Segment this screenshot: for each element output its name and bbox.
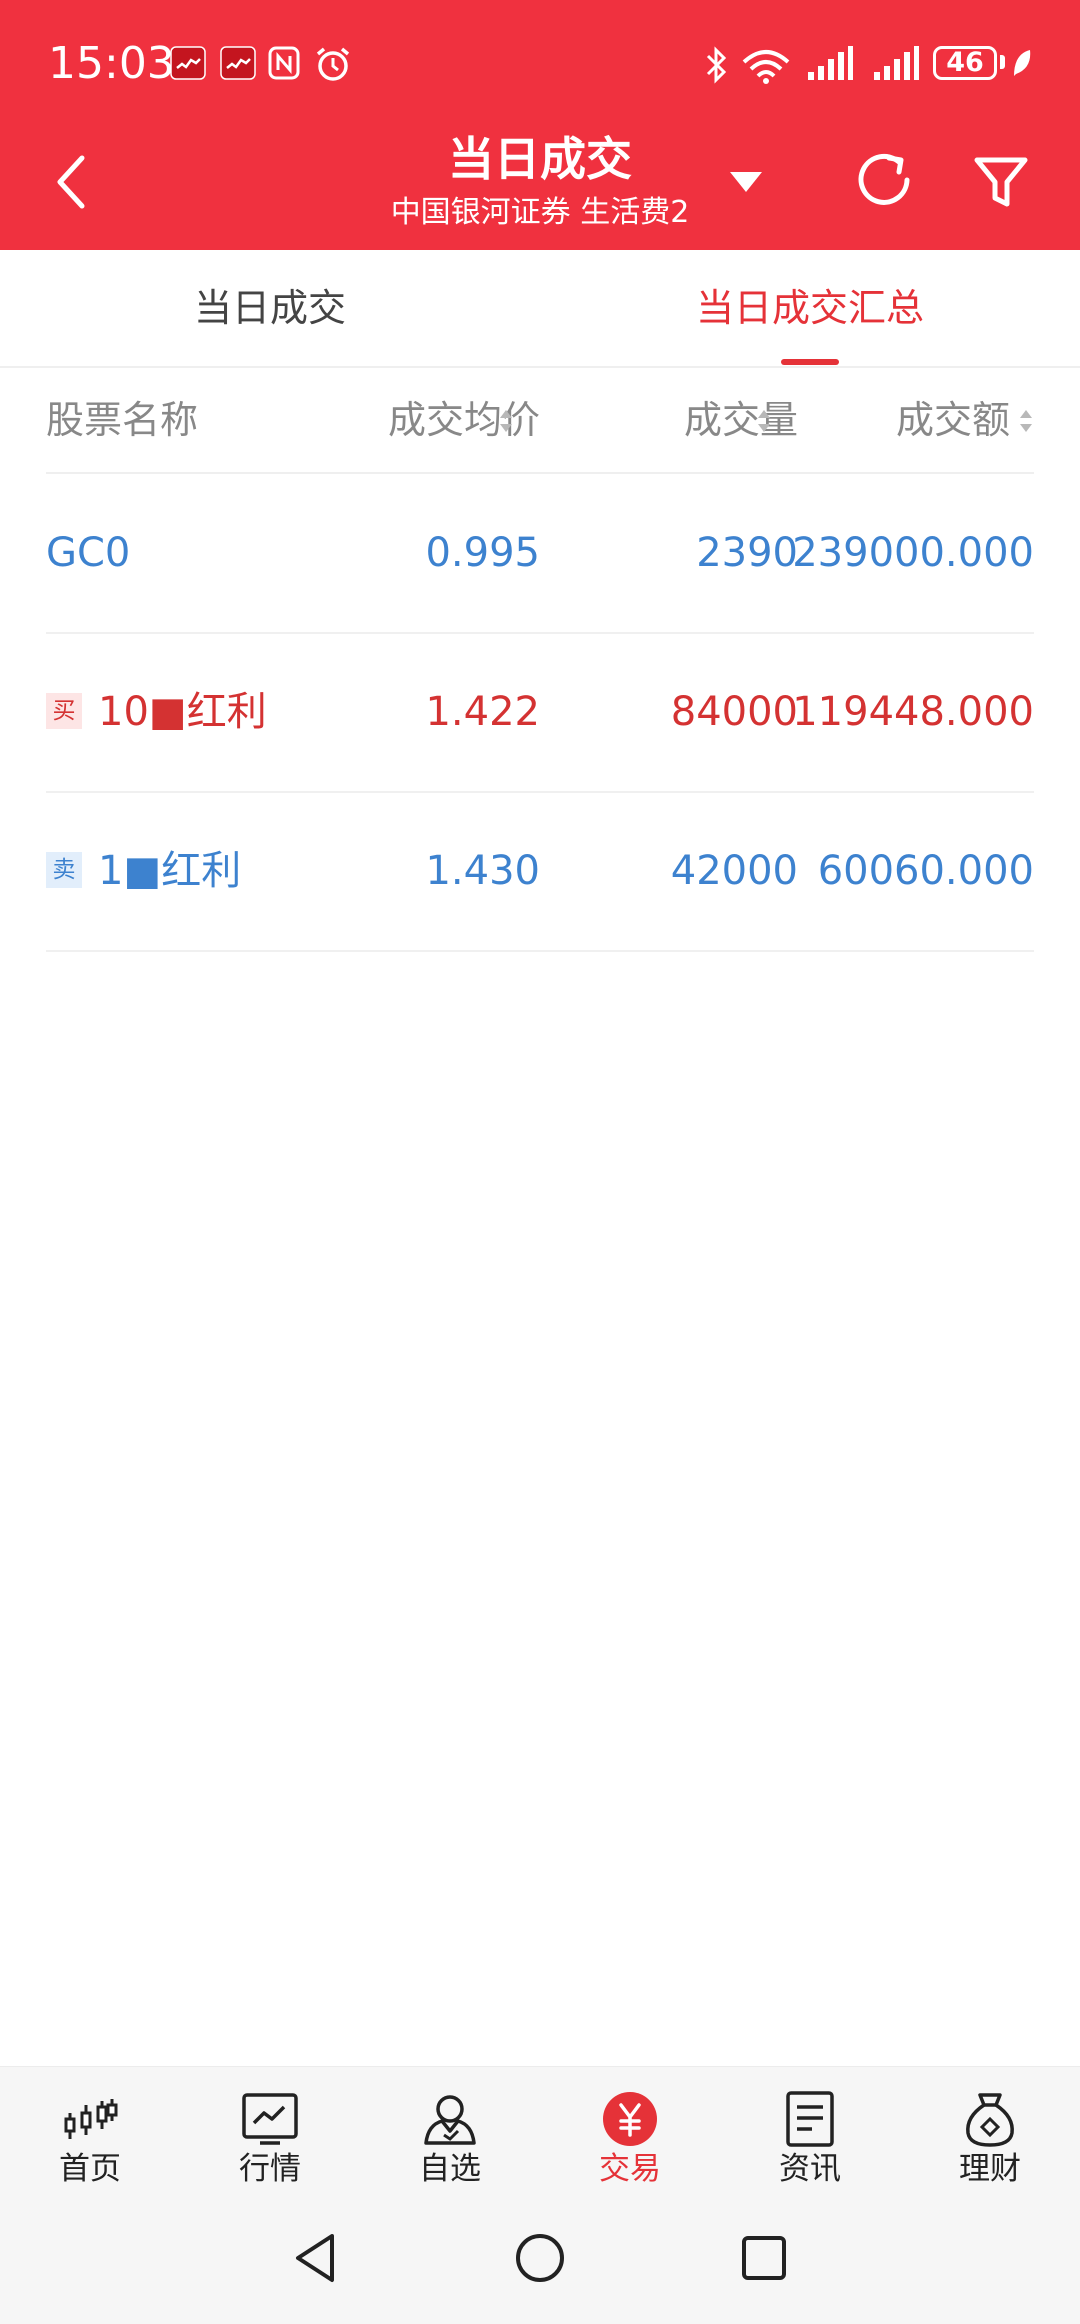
- table-header: 股票名称 成交均价 成交量 成交额: [46, 368, 1034, 474]
- chevron-down-icon[interactable]: [730, 172, 762, 192]
- tab-active-indicator: [781, 359, 839, 365]
- page-title: 当日成交: [448, 132, 632, 186]
- nav-label: 自选: [419, 2151, 481, 2187]
- notification-icon: [170, 46, 206, 80]
- bottom-nav: 首页 行情 自选 交易 资讯 理财: [0, 2066, 1080, 2209]
- nav-item-watchlist[interactable]: 自选: [380, 2067, 520, 2209]
- amount: 60060.000: [817, 848, 1034, 894]
- document-icon: [786, 2091, 834, 2147]
- bluetooth-icon: [706, 46, 727, 84]
- battery-tip: [1000, 55, 1005, 69]
- buy-badge: 买: [46, 693, 82, 729]
- money-bag-icon: [966, 2093, 1014, 2147]
- nav-item-market[interactable]: 行情: [200, 2067, 340, 2209]
- app-header: 15:03 46 当日成交 中国银河证券 生活费2: [0, 0, 1080, 250]
- status-bar: 15:03 46: [0, 0, 1080, 130]
- tab-today-trades-summary[interactable]: 当日成交汇总: [630, 250, 990, 366]
- leaf-icon: [1014, 50, 1031, 76]
- account-selector-label[interactable]: 中国银河证券 生活费2: [0, 193, 1080, 233]
- sort-icon[interactable]: [756, 406, 772, 436]
- table-row[interactable]: 卖 1■红利 1.430 42000 60060.000: [46, 792, 1034, 952]
- candlestick-icon: [64, 2099, 118, 2139]
- filter-icon[interactable]: [973, 150, 1029, 212]
- sell-badge: 卖: [46, 852, 82, 888]
- column-header-name: 股票名称: [46, 398, 199, 442]
- nav-label: 行情: [239, 2151, 301, 2187]
- yen-icon: [603, 2092, 657, 2146]
- alarm-icon: [316, 47, 350, 81]
- signal-icon: [808, 46, 853, 80]
- home-circle-icon[interactable]: [514, 2232, 566, 2284]
- wifi-icon: [742, 50, 790, 84]
- avg-price: 1.422: [425, 689, 540, 735]
- chart-icon: [242, 2093, 298, 2145]
- back-triangle-icon[interactable]: [292, 2232, 340, 2284]
- refresh-icon[interactable]: [855, 150, 915, 212]
- volume: 42000: [670, 848, 798, 894]
- sort-icon[interactable]: [1018, 406, 1034, 436]
- tab-bar: 当日成交 当日成交汇总: [0, 250, 1080, 368]
- notification-icon: [220, 46, 256, 80]
- avg-price: 0.995: [425, 530, 540, 576]
- table-row[interactable]: GC0 0.995 2390 239000.000: [46, 474, 1034, 634]
- sort-icon[interactable]: [498, 406, 514, 436]
- signal-icon: [874, 46, 919, 80]
- volume: 2390: [696, 530, 798, 576]
- stock-name: 1■红利: [98, 848, 242, 894]
- column-header-amount[interactable]: 成交额: [896, 368, 1010, 472]
- battery-indicator: 46: [933, 46, 997, 80]
- nfc-icon: [268, 46, 300, 80]
- system-navigation-bar: [0, 2208, 1080, 2324]
- nav-label: 交易: [599, 2151, 661, 2187]
- user-icon: [424, 2095, 476, 2145]
- nav-label: 首页: [59, 2151, 121, 2187]
- amount: 119448.000: [792, 689, 1034, 735]
- status-time: 15:03: [48, 38, 175, 89]
- stock-name: GC0: [46, 530, 131, 576]
- nav-item-news[interactable]: 资讯: [740, 2067, 880, 2209]
- column-header-avg-price[interactable]: 成交均价: [388, 368, 540, 472]
- volume: 84000: [670, 689, 798, 735]
- tab-today-trades[interactable]: 当日成交: [90, 250, 450, 366]
- nav-label: 资讯: [779, 2151, 841, 2187]
- nav-item-wealth[interactable]: 理财: [920, 2067, 1060, 2209]
- amount: 239000.000: [792, 530, 1034, 576]
- nav-item-trade[interactable]: 交易: [560, 2067, 700, 2209]
- table-row[interactable]: 买 10■红利 1.422 84000 119448.000: [46, 633, 1034, 793]
- nav-item-home[interactable]: 首页: [20, 2067, 160, 2209]
- stock-name: 10■红利: [98, 689, 267, 735]
- recent-apps-icon[interactable]: [740, 2232, 788, 2284]
- avg-price: 1.430: [425, 848, 540, 894]
- nav-label: 理财: [959, 2151, 1021, 2187]
- column-header-volume[interactable]: 成交量: [684, 368, 798, 472]
